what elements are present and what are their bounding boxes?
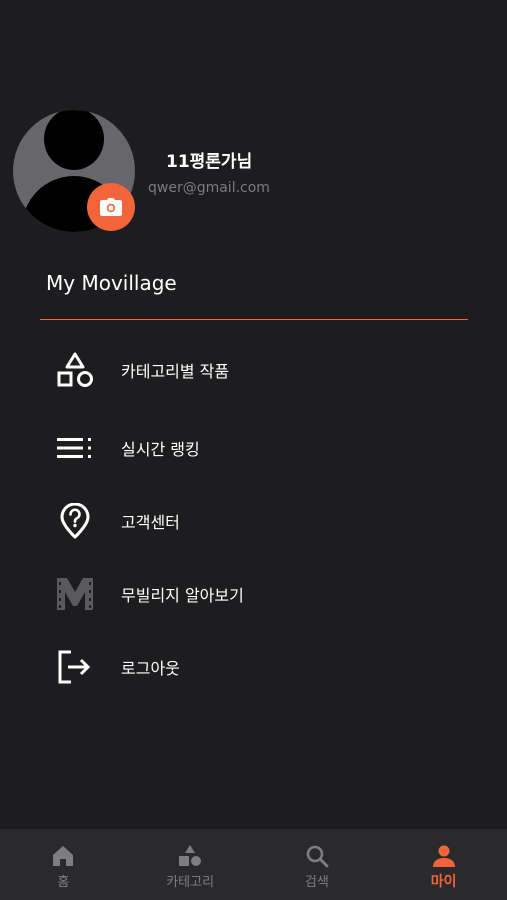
movillage-logo-icon	[40, 566, 110, 622]
help-pin-icon	[40, 493, 110, 549]
tab-my[interactable]: 마이	[380, 829, 507, 900]
menu-label: 고객센터	[121, 513, 180, 532]
home-icon	[53, 846, 74, 866]
person-icon	[432, 845, 455, 867]
tab-label: 마이	[430, 874, 457, 890]
tab-search[interactable]: 검색	[254, 829, 381, 900]
bottom-tab-bar: 홈 카테고리 검색 마이	[0, 829, 507, 900]
section-divider	[40, 319, 468, 320]
category-icon	[179, 845, 202, 866]
change-photo-button[interactable]	[87, 183, 135, 231]
menu-item-category-works[interactable]: 카테고리별 작품	[40, 342, 468, 398]
shapes-icon	[40, 342, 110, 398]
profile-name: 11평론가님	[166, 152, 253, 172]
profile-section: 11평론가님 qwer@gmail.com	[0, 0, 507, 250]
section-title: My Movillage	[46, 271, 177, 295]
tab-label: 검색	[304, 875, 329, 890]
camera-icon	[100, 198, 122, 216]
tab-category[interactable]: 카테고리	[127, 829, 254, 900]
menu-item-about-movillage[interactable]: 무빌리지 알아보기	[40, 566, 468, 622]
profile-email: qwer@gmail.com	[148, 180, 270, 196]
tab-home[interactable]: 홈	[0, 829, 127, 900]
menu-label: 실시간 랭킹	[121, 440, 200, 459]
avatar-head-shape	[44, 110, 104, 170]
tab-label: 홈	[57, 875, 70, 890]
menu-item-customer-center[interactable]: 고객센터	[40, 493, 468, 549]
search-icon	[306, 845, 329, 868]
list-icon	[40, 420, 110, 476]
tab-label: 카테고리	[166, 875, 215, 890]
menu-label: 무빌리지 알아보기	[121, 586, 244, 605]
menu-label: 로그아웃	[121, 659, 180, 678]
logout-icon	[40, 639, 110, 695]
menu-label: 카테고리별 작품	[121, 362, 230, 381]
menu-item-realtime-ranking[interactable]: 실시간 랭킹	[40, 420, 468, 476]
menu-item-logout[interactable]: 로그아웃	[40, 639, 468, 695]
